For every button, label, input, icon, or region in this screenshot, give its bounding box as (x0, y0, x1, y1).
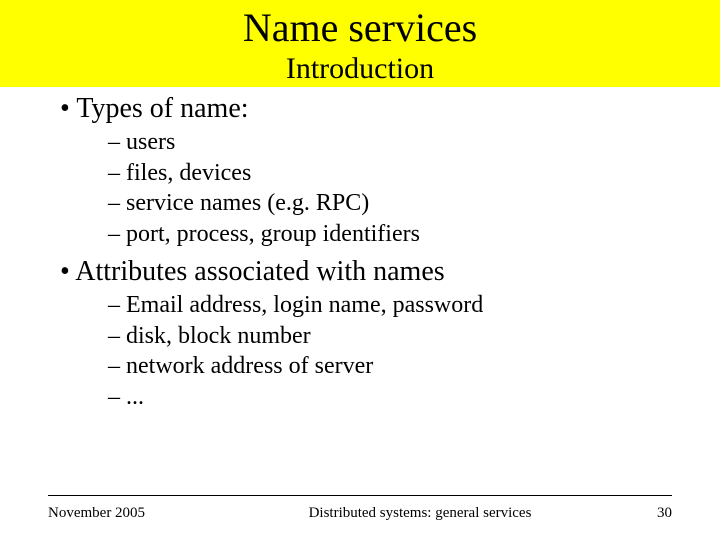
sub-list: – users – files, devices – service names… (108, 127, 660, 250)
sub-item: – network address of server (108, 351, 660, 382)
sub-text: port, process, group identifiers (126, 221, 420, 247)
sub-list: – Email address, login name, password – … (108, 290, 660, 413)
dash-mark-icon: – (108, 292, 120, 318)
bullet-item: • Attributes associated with names (60, 256, 660, 288)
sub-item: – disk, block number (108, 321, 660, 352)
footer-course: Distributed systems: general services (228, 505, 612, 522)
dash-mark-icon: – (108, 384, 120, 410)
sub-text: ... (126, 384, 144, 410)
dash-mark-icon: – (108, 323, 120, 349)
sub-text: disk, block number (126, 323, 311, 349)
sub-text: Email address, login name, password (126, 292, 483, 318)
bullet-mark-icon: • (60, 256, 70, 287)
footer-page: 30 (612, 505, 672, 522)
sub-text: files, devices (126, 160, 251, 186)
sub-item: – service names (e.g. RPC) (108, 188, 660, 219)
bullet-text: Types of name: (76, 93, 248, 124)
dash-mark-icon: – (108, 129, 120, 155)
dash-mark-icon: – (108, 353, 120, 379)
dash-mark-icon: – (108, 160, 120, 186)
sub-item: – port, process, group identifiers (108, 219, 660, 250)
sub-item: – users (108, 127, 660, 158)
header-band: Name services Introduction (0, 0, 720, 87)
slide-subtitle: Introduction (0, 52, 720, 85)
dash-mark-icon: – (108, 221, 120, 247)
bullet-item: • Types of name: (60, 93, 660, 125)
bullet-text: Attributes associated with names (75, 256, 444, 287)
sub-item: – ... (108, 382, 660, 413)
slide-title: Name services (0, 6, 720, 50)
sub-text: network address of server (126, 353, 373, 379)
sub-item: – files, devices (108, 158, 660, 189)
slide-body: • Types of name: – users – files, device… (0, 87, 720, 413)
sub-item: – Email address, login name, password (108, 290, 660, 321)
bullet-mark-icon: • (60, 93, 70, 124)
sub-text: users (126, 129, 175, 155)
footer-divider (48, 495, 672, 496)
footer-date: November 2005 (48, 505, 228, 522)
dash-mark-icon: – (108, 190, 120, 216)
sub-text: service names (e.g. RPC) (126, 190, 369, 216)
slide-footer: November 2005 Distributed systems: gener… (48, 505, 672, 522)
